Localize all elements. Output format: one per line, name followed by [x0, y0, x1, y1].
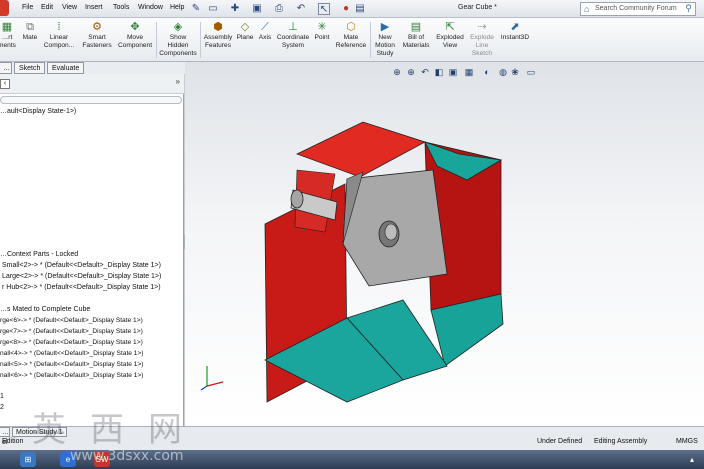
watermark-char: 西 [90, 410, 124, 450]
feature-manager-tree: ‹ » …ault<Display State-1>) …Context Par… [0, 74, 184, 426]
menu-insert[interactable]: Insert [85, 4, 103, 11]
menu-help[interactable]: Help [170, 4, 184, 11]
tree-item[interactable]: rge<7>-> * (Default<<Default>_Display St… [0, 328, 143, 335]
status-units[interactable]: MMGS [676, 438, 698, 445]
status-left: Edition [2, 438, 24, 445]
tab-evaluate[interactable]: Evaluate [47, 62, 85, 74]
command-manager: ▦ …rt ments ⧉ Mate ⁞ Linear Compon... ⚙ Smar… [0, 18, 704, 62]
save-icon[interactable]: ▣ [251, 3, 263, 15]
gear-cube-model [264, 121, 504, 403]
explode-line-icon: ⇢ [477, 21, 487, 33]
insert-components-icon: ▦ [1, 21, 13, 33]
toolbar-separator [156, 22, 157, 58]
watermark-url: www.3dsxx.com [70, 448, 184, 464]
graphics-viewport[interactable]: ⊕ ⊕ ↶ ◧ ▣ ▦ ◐ ◍ ❀ ▭ [185, 62, 704, 426]
triad-axes-icon [200, 366, 224, 391]
toolbar-separator [200, 22, 201, 58]
watermark-char: 英 [32, 410, 66, 450]
document-title: Gear Cube * [458, 4, 497, 11]
instant3d-button[interactable]: ⬈ Instant3D [499, 22, 531, 42]
plane-icon: ◇ [240, 21, 250, 33]
tree-folder-mated[interactable]: …s Mated to Complete Cube [0, 306, 90, 313]
move-component-icon: ✥ [130, 21, 140, 33]
undo-icon[interactable]: ↶ [295, 3, 307, 15]
tab-sketch[interactable]: Sketch [14, 62, 46, 74]
select-icon[interactable]: ↖ [318, 3, 330, 15]
tab-model[interactable]: …el [0, 427, 10, 446]
assembly-features-icon: ⬢ [213, 21, 223, 33]
insert-components-button[interactable]: ▦ …rt ments [0, 22, 18, 50]
tree-item[interactable]: Large<2>-> * (Default<<Default>_Display … [2, 273, 161, 280]
axis-icon: ⟋ [261, 21, 269, 33]
bom-icon: ▤ [410, 21, 422, 33]
instant3d-icon: ⬈ [510, 21, 520, 33]
mate-reference-button[interactable]: ⬡ Mate Reference [334, 22, 368, 50]
print-icon[interactable]: ⎙ [273, 3, 285, 15]
tree-item[interactable]: nall<6>-> * (Default<<Default>_Display S… [0, 372, 144, 379]
coordinate-system-button[interactable]: ⊥ Coordinate System [276, 22, 310, 50]
assembly-features-button[interactable]: ⬢ Assembly Features [202, 22, 234, 50]
new-document-icon[interactable]: ▭ [207, 3, 219, 15]
smart-fasteners-button[interactable]: ⚙ Smart Fasteners [80, 22, 114, 50]
pin-icon[interactable]: ✎ [190, 3, 202, 15]
tree-item-config[interactable]: …ault<Display State-1>) [0, 108, 76, 115]
tree-item[interactable]: 2 [0, 404, 4, 411]
windows-start-icon[interactable]: ⊞ [20, 452, 36, 467]
tree-item[interactable]: nall<4>-> * (Default<<Default>_Display S… [0, 350, 144, 357]
status-mode: Editing Assembly [594, 438, 648, 445]
menu-window[interactable]: Window [138, 4, 163, 11]
smart-fasteners-icon: ⚙ [92, 21, 102, 33]
menu-bar: File Edit View Insert Tools Window Help … [0, 0, 704, 18]
tree-item[interactable]: rge<8>-> * (Default<<Default>_Display St… [0, 339, 143, 346]
new-motion-study-button[interactable]: ▶ New Motion Study [372, 22, 398, 58]
tree-folder-locked[interactable]: …Context Parts - Locked [0, 251, 78, 258]
tree-item[interactable]: Small<2>-> * (Default<<Default>_Display … [2, 262, 161, 269]
tree-toolbar: ‹ » [0, 74, 184, 94]
open-icon[interactable]: ✚ [229, 3, 241, 15]
linear-pattern-icon: ⁞ [57, 21, 61, 33]
bill-of-materials-button[interactable]: ▤ Bill of Materials [400, 22, 432, 50]
menu-edit[interactable]: Edit [41, 4, 53, 11]
options-icon[interactable]: ▤ [354, 3, 366, 15]
exploded-view-button[interactable]: ⇱ Exploded View [434, 22, 466, 50]
plane-button[interactable]: ◇ Plane [236, 22, 254, 42]
menu-view[interactable]: View [62, 4, 77, 11]
tree-item[interactable]: nall<5>-> * (Default<<Default>_Display S… [0, 361, 144, 368]
menu-file[interactable]: File [22, 4, 33, 11]
gear-cube [264, 121, 504, 403]
show-hidden-components-button[interactable]: ◈ Show Hidden Components [158, 22, 198, 58]
search-community-icon: ⌂ [584, 4, 590, 14]
tray-icon[interactable]: ▴ [684, 452, 700, 467]
point-icon: ✳ [317, 21, 327, 33]
search-placeholder: Search Community Forum [595, 5, 677, 12]
tree-item[interactable]: r Hub<2>-> * (Default<<Default>_Display … [2, 284, 161, 291]
explode-line-sketch-button[interactable]: ⇢ Explode Line Sketch [468, 22, 496, 58]
mate-icon: ⧉ [26, 21, 34, 33]
tree-filter-bar[interactable] [0, 96, 182, 104]
tree-item[interactable]: rge<6>-> * (Default<<Default>_Display St… [0, 317, 143, 324]
menu-tools[interactable]: Tools [113, 4, 129, 11]
command-tabs: …ut Sketch Evaluate [0, 62, 186, 84]
move-component-button[interactable]: ✥ Move Component [116, 22, 154, 50]
mate-button[interactable]: ⧉ Mate [20, 22, 40, 42]
status-definition: Under Defined [537, 438, 583, 445]
search-input[interactable]: ⌂ Search Community Forum ⚲ [580, 2, 696, 16]
watermark-char: 网 [148, 410, 182, 450]
rebuild-icon[interactable]: ● [340, 3, 352, 15]
search-icon[interactable]: ⚲ [685, 3, 692, 14]
app-logo-icon[interactable] [0, 0, 9, 16]
mate-reference-icon: ⬡ [346, 21, 356, 33]
motion-study-icon: ▶ [380, 21, 390, 33]
toolbar-separator [370, 22, 371, 58]
exploded-view-icon: ⇱ [445, 21, 455, 33]
tab-layout[interactable]: …ut [0, 62, 12, 84]
point-button[interactable]: ✳ Point [313, 22, 331, 42]
axis-button[interactable]: ⟋ Axis [257, 22, 273, 42]
linear-component-pattern-button[interactable]: ⁞ Linear Compon... [42, 22, 76, 50]
panel-toggle-icon[interactable]: ‹ [0, 79, 10, 89]
coordinate-system-icon: ⊥ [288, 21, 298, 33]
expand-panel-icon[interactable]: » [176, 77, 180, 86]
tree-item[interactable]: 1 [0, 393, 4, 400]
show-hidden-icon: ◈ [173, 21, 183, 33]
